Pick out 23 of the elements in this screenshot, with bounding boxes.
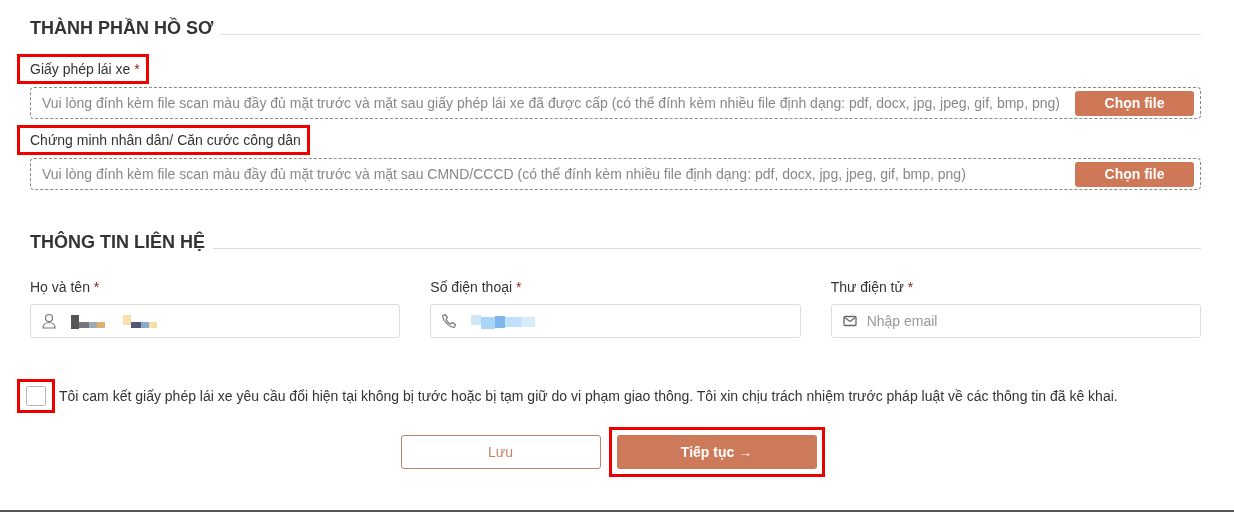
agreement-text: Tôi cam kết giấy phép lái xe yêu cầu đổi hiện tại không bị tước hoặc bị tạm giữ do vi phạm giao thông. Tôi xin chịu trách nhiệm trước pháp luật về các thông tin đã kê khai. (59, 388, 1118, 404)
mail-icon (842, 315, 857, 327)
input-field[interactable]: Nhập email (830, 304, 1201, 338)
save-button[interactable]: Lưu (400, 435, 601, 469)
field-label: Giấy phép lái xe * (30, 61, 140, 77)
field-label: Thư điện tử * (830, 279, 915, 295)
input-field[interactable] (30, 304, 401, 338)
section-title: THÔNG TIN LIÊN HỆ (30, 232, 205, 253)
field-label: Chứng minh nhân dân/ Căn cước công dân (30, 132, 301, 148)
upload-hint: Vui lòng đính kèm file scan màu đầy đủ mặt trước và mặt sau giấy phép lái xe đã được cấp (có thể đính kèm nhiều file định dạng: pdf, docx, jpg, jpeg, gif, bmp, png) (42, 95, 1060, 111)
field-label: Số điện thoại * (430, 279, 523, 295)
file-drop-zone[interactable]: Vui lòng đính kèm file scan màu đầy đủ mặt trước và mặt sau CMND/CCCD (có thể đính kèm nhiều file định dạng: pdf, docx, jpg, jpeg, gif, bmp, png) Chọn file (30, 158, 1201, 190)
continue-button[interactable]: Tiếp tục → (616, 435, 817, 469)
input-field[interactable] (430, 304, 801, 338)
choose-file-button[interactable]: Chọn file (1075, 161, 1194, 187)
field-label: Họ và tên * (30, 279, 101, 295)
section-title: THÀNH PHẦN HỒ SƠ (30, 18, 214, 39)
person-icon (42, 313, 56, 329)
file-drop-zone[interactable]: Vui lòng đính kèm file scan màu đầy đủ mặt trước và mặt sau giấy phép lái xe đã được cấp (có thể đính kèm nhiều file định dạng: pdf, docx, jpg, jpeg, gif, bmp, png) Chọn file (30, 87, 1201, 119)
choose-file-button[interactable]: Chọn file (1075, 90, 1194, 116)
upload-hint: Vui lòng đính kèm file scan màu đầy đủ mặt trước và mặt sau CMND/CCCD (có thể đính kèm nhiều file định dạng: pdf, docx, jpg, jpeg, gif, bmp, png) (42, 166, 966, 182)
agreement-checkbox[interactable] (26, 386, 46, 406)
phone-icon (441, 313, 458, 329)
